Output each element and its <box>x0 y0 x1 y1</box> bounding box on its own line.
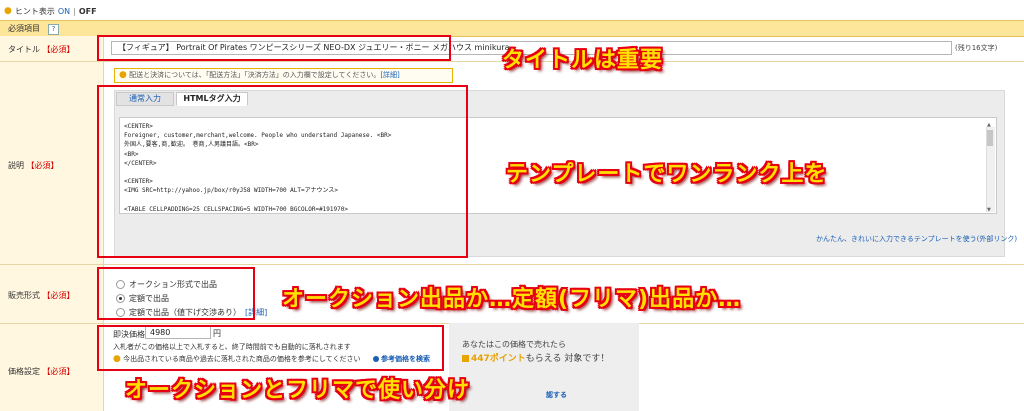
help-icon[interactable]: ? <box>48 24 59 35</box>
required-mark: 【必須】 <box>42 367 75 376</box>
annotation-sale-format: オークション出品か…定額(フリマ)出品か… <box>282 287 742 312</box>
sale-format-label: 販売形式 【必須】 <box>8 291 75 300</box>
hint-on-link[interactable]: ON <box>58 7 70 16</box>
price-label-cell: 価格設定 【必須】 <box>0 324 104 411</box>
required-section-title: 必須項目 <box>8 24 40 33</box>
notice-text: 配送と決済については、「配送方法」「決済方法」の入力欄で設定してください。 <box>129 71 381 79</box>
annotation-price: オークションとフリマで使い分け <box>125 378 471 403</box>
points-line-2: 447ポイントもらえる 対象です！ <box>462 351 609 364</box>
highlight-box-price <box>97 325 444 371</box>
required-mark: 【必須】 <box>42 291 75 300</box>
points-panel <box>449 323 639 411</box>
required-mark: 【必須】 <box>26 161 59 170</box>
title-label: タイトル 【必須】 <box>8 45 75 54</box>
description-label-cell: 説明 【必須】 <box>0 62 104 265</box>
points-suffix: もらえる 対象です！ <box>525 354 610 364</box>
highlight-box-title <box>97 35 451 61</box>
highlight-box-sale-format <box>97 267 255 320</box>
template-link[interactable]: かんたん、きれいに入力できるテンプレートを使う(外部リンク) <box>816 234 1017 244</box>
annotation-title: タイトルは重要 <box>502 48 664 73</box>
required-mark: 【必須】 <box>42 45 75 54</box>
description-label: 説明 【必須】 <box>8 161 59 170</box>
notice-detail-link[interactable]: [詳細] <box>380 71 399 79</box>
hint-off-link[interactable]: OFF <box>79 7 97 16</box>
points-line-1: あなたはこの価格で売れたら <box>462 340 566 349</box>
hint-toggle-bar: ● ヒント表示 ON | OFF <box>4 5 97 17</box>
sale-format-label-cell: 販売形式 【必須】 <box>0 265 104 324</box>
scroll-up-icon[interactable]: ▲ <box>987 122 991 128</box>
hint-label: ヒント表示 <box>14 6 55 16</box>
highlight-box-description <box>97 85 468 258</box>
title-char-count: (残り16文字) <box>955 44 998 52</box>
annotation-description: テンプレートでワンランク上を <box>506 162 828 187</box>
lightbulb-icon: ● <box>4 6 12 16</box>
price-setting-label: 価格設定 【必須】 <box>8 367 75 376</box>
scroll-down-icon[interactable]: ▼ <box>987 207 991 213</box>
shipping-notice: ● 配送と決済については、「配送方法」「決済方法」の入力欄で設定してください。[… <box>114 68 453 83</box>
lightbulb-icon: ● <box>119 70 127 80</box>
gift-icon <box>462 355 469 362</box>
row-divider <box>0 264 1024 265</box>
editor-scroll-thumb[interactable] <box>987 130 993 146</box>
points-value: 447ポイント <box>471 354 526 364</box>
points-confirm-link[interactable]: 認する <box>546 390 567 400</box>
hint-separator: | <box>73 6 76 16</box>
title-label-cell: タイトル 【必須】 <box>0 36 104 62</box>
